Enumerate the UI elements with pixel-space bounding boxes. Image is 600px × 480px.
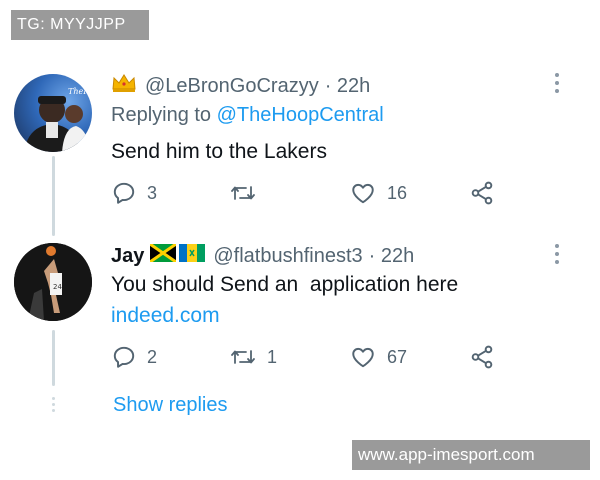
like-count: 67	[387, 346, 408, 367]
thread-continuation-dots	[52, 397, 55, 413]
avatar[interactable]: 24	[14, 243, 92, 321]
like-icon	[349, 180, 377, 206]
reply-button[interactable]: 2	[111, 344, 157, 370]
svg-text:TheFinals: TheFinals	[68, 87, 92, 96]
jamaica-flag-icon	[149, 242, 178, 268]
share-icon	[469, 180, 495, 206]
tweet-text: Send him to the Lakers	[111, 140, 327, 163]
like-button[interactable]: 67	[349, 344, 407, 370]
tweet-actions: 3 16	[111, 180, 501, 208]
like-count: 16	[387, 182, 408, 203]
retweet-button[interactable]	[229, 180, 267, 206]
more-icon[interactable]	[555, 73, 559, 93]
tweet-text: You should Send an application here	[111, 273, 459, 296]
tweet-header: @LeBronGoCrazyy · 22h	[111, 73, 370, 99]
thread-connector-line	[52, 330, 55, 386]
tweet-timestamp[interactable]: · 22h	[325, 75, 371, 98]
retweet-button[interactable]: 1	[229, 344, 277, 370]
like-icon	[349, 344, 377, 370]
tweet-link[interactable]: indeed.com	[111, 304, 220, 328]
reply-button[interactable]: 3	[111, 180, 157, 206]
crown-icon	[111, 73, 137, 99]
replying-label: Replying to	[111, 104, 217, 126]
share-icon	[469, 344, 495, 370]
replying-to: Replying to @TheHoopCentral	[111, 104, 384, 127]
retweet-count: 1	[267, 346, 278, 367]
retweet-icon	[229, 344, 257, 370]
replying-handle-link[interactable]: @TheHoopCentral	[217, 104, 384, 126]
watermark-bottom-right: www.app-imesport.com	[352, 440, 590, 470]
tweet-timestamp[interactable]: · 22h	[369, 245, 415, 268]
share-button[interactable]	[469, 344, 495, 370]
svg-flag-icon	[179, 244, 206, 268]
retweet-icon	[229, 180, 257, 206]
watermark-top-left: TG: MYYJJPP	[11, 10, 149, 40]
display-name[interactable]: Jay	[111, 245, 144, 268]
like-button[interactable]: 16	[349, 180, 407, 206]
tweet-actions: 2 1 67	[111, 344, 501, 372]
reply-count: 3	[147, 182, 158, 203]
svg-text:24: 24	[53, 283, 62, 291]
avatar[interactable]: TheFinals	[14, 74, 92, 152]
user-handle[interactable]: @LeBronGoCrazyy	[145, 75, 319, 98]
flag-emojis	[149, 242, 206, 268]
user-handle[interactable]: @flatbushfinest3	[213, 245, 362, 268]
reply-icon	[111, 180, 137, 206]
more-icon[interactable]	[555, 244, 559, 264]
thread-connector-line	[52, 156, 55, 236]
tweet-header: Jay @flatbushfinest3 · 22h	[111, 242, 415, 268]
show-replies-link[interactable]: Show replies	[113, 394, 228, 417]
reply-icon	[111, 344, 137, 370]
reply-count: 2	[147, 346, 158, 367]
share-button[interactable]	[469, 180, 495, 206]
